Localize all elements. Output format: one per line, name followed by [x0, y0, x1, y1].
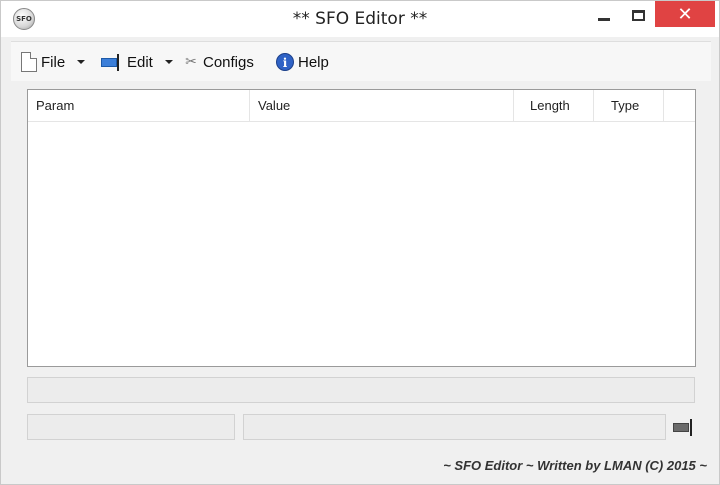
app-window: SFO ** SFO Editor ** ✕ File Edit ✂ Confi…	[0, 0, 720, 485]
edit-field-icon	[673, 423, 689, 432]
menu-help[interactable]: i Help	[276, 50, 329, 74]
menu-file[interactable]: File	[21, 50, 86, 74]
status-field-left[interactable]	[27, 414, 235, 440]
status-field-right[interactable]	[243, 414, 666, 440]
menu-configs[interactable]: ✂ Configs	[183, 50, 254, 74]
column-header-param[interactable]: Param	[28, 90, 250, 122]
tools-icon: ✂	[185, 54, 197, 70]
minimize-button[interactable]	[589, 1, 619, 29]
maximize-icon	[631, 9, 645, 21]
params-table[interactable]: Param Value Length Type	[27, 89, 696, 367]
status-field-long[interactable]	[27, 377, 695, 403]
close-icon: ✕	[677, 3, 693, 25]
file-icon	[21, 52, 37, 72]
footer-credits: ~ SFO Editor ~ Written by LMAN (C) 2015 …	[443, 458, 707, 473]
menu-edit[interactable]: Edit	[101, 50, 173, 74]
menu-edit-label: Edit	[127, 53, 153, 71]
title-bar[interactable]: SFO ** SFO Editor ** ✕	[1, 1, 719, 37]
maximize-button[interactable]	[623, 1, 653, 29]
dropdown-arrow-icon[interactable]	[77, 60, 86, 64]
column-header-type[interactable]: Type	[594, 90, 664, 122]
menu-configs-label: Configs	[203, 53, 254, 71]
edit-field-icon	[101, 53, 123, 71]
minimize-icon	[598, 17, 610, 21]
info-icon: i	[276, 53, 294, 71]
menu-bar: File Edit ✂ Configs i Help	[11, 41, 711, 81]
column-header-value[interactable]: Value	[250, 90, 514, 122]
close-button[interactable]: ✕	[655, 1, 715, 27]
column-header-filler	[664, 90, 695, 122]
table-header: Param Value Length Type	[28, 90, 695, 122]
menu-file-label: File	[41, 53, 66, 71]
menu-help-label: Help	[298, 53, 329, 71]
edit-value-button[interactable]	[673, 418, 697, 436]
dropdown-arrow-icon[interactable]	[164, 60, 173, 64]
column-header-length[interactable]: Length	[514, 90, 594, 122]
